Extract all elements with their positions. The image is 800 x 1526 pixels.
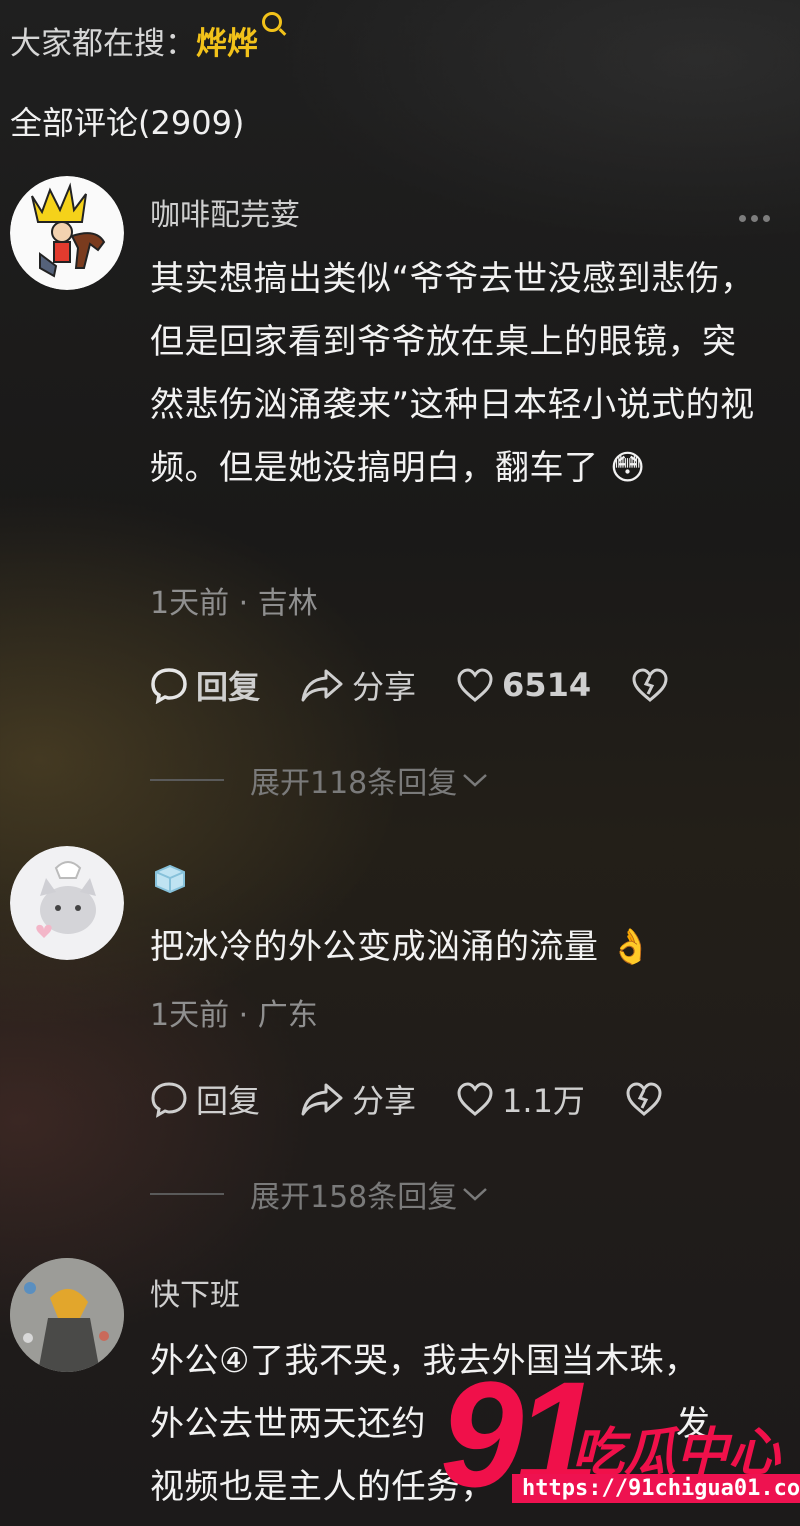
- avatar[interactable]: [10, 176, 124, 290]
- avatar[interactable]: [10, 846, 124, 960]
- comment-body: 把冰冷的外公变成汹涌的流量: [150, 927, 599, 967]
- heart-icon: [457, 668, 493, 702]
- chevron-down-icon: [463, 774, 488, 787]
- comment-bubble-icon: [151, 668, 187, 704]
- dislike-button[interactable]: [631, 667, 677, 703]
- comment-body: 其实想搞出类似“爷爷去世没感到悲伤，但是回家看到爷爷放在桌上的眼镜，突然悲伤汹涌…: [150, 259, 755, 488]
- reply-button[interactable]: 回复: [150, 662, 260, 708]
- share-button[interactable]: 分享: [300, 1076, 416, 1122]
- comment-meta: 1天前 · 吉林: [150, 586, 318, 621]
- comment-meta: 1天前 · 广东: [150, 998, 318, 1033]
- comment-bubble-icon: [151, 1082, 187, 1118]
- username-badge[interactable]: [152, 862, 188, 898]
- reply-label: 回复: [196, 668, 261, 706]
- share-button[interactable]: 分享: [300, 662, 416, 708]
- broken-heart-icon: [632, 668, 668, 702]
- flushed-emoji-icon: 😳: [609, 448, 646, 488]
- like-count: 6514: [502, 666, 592, 704]
- expand-replies-button[interactable]: 展开118条回复: [150, 758, 489, 802]
- comment-username[interactable]: 咖啡配芫荽: [150, 190, 300, 234]
- share-arrow-icon: [301, 669, 343, 702]
- search-icon[interactable]: [262, 12, 282, 32]
- comment-actions: 回复 分享 1.1万: [150, 1076, 711, 1122]
- like-count: 1.1万: [502, 1082, 585, 1120]
- chevron-down-icon: [463, 1188, 488, 1201]
- ice-cube-icon: [155, 864, 185, 894]
- divider-line: [150, 779, 224, 781]
- reply-button[interactable]: 回复: [150, 1076, 260, 1122]
- heart-icon: [457, 1082, 493, 1116]
- like-button[interactable]: 1.1万: [456, 1076, 585, 1122]
- search-suggestion-row[interactable]: 大家都在搜：烨烨: [10, 12, 282, 63]
- expand-replies-label: 展开158条回复: [250, 1180, 458, 1215]
- comment-username[interactable]: 快下班: [150, 1270, 240, 1314]
- more-options-icon[interactable]: [739, 215, 770, 222]
- ok-hand-emoji-icon: 👌: [609, 927, 653, 967]
- expand-replies-label: 展开118条回复: [250, 766, 458, 801]
- share-arrow-icon: [301, 1083, 343, 1116]
- share-label: 分享: [352, 668, 417, 706]
- broken-heart-icon: [626, 1082, 662, 1116]
- expand-replies-button[interactable]: 展开158条回复: [150, 1172, 489, 1216]
- search-prefix: 大家都在搜：: [10, 26, 196, 62]
- search-term-link[interactable]: 烨烨: [196, 26, 258, 62]
- dislike-button[interactable]: [625, 1081, 671, 1117]
- watermark-url: https://91chigua01.com: [512, 1474, 800, 1503]
- watermark: 91 吃瓜中心 https://91chigua01.com: [440, 1350, 800, 1518]
- reply-label: 回复: [196, 1082, 261, 1120]
- comment-text: 其实想搞出类似“爷爷去世没感到悲伤，但是回家看到爷爷放在桌上的眼镜，突然悲伤汹涌…: [150, 248, 760, 500]
- comments-count-heading: 全部评论(2909): [10, 104, 245, 142]
- comment-line-fragment: 外公去世两天还约: [150, 1404, 426, 1444]
- like-button[interactable]: 6514: [456, 666, 591, 704]
- comment-text: 把冰冷的外公变成汹涌的流量 👌: [150, 916, 760, 979]
- avatar[interactable]: [10, 1258, 124, 1372]
- divider-line: [150, 1193, 224, 1195]
- comment-actions: 回复 分享 6514: [150, 662, 717, 708]
- share-label: 分享: [352, 1082, 417, 1120]
